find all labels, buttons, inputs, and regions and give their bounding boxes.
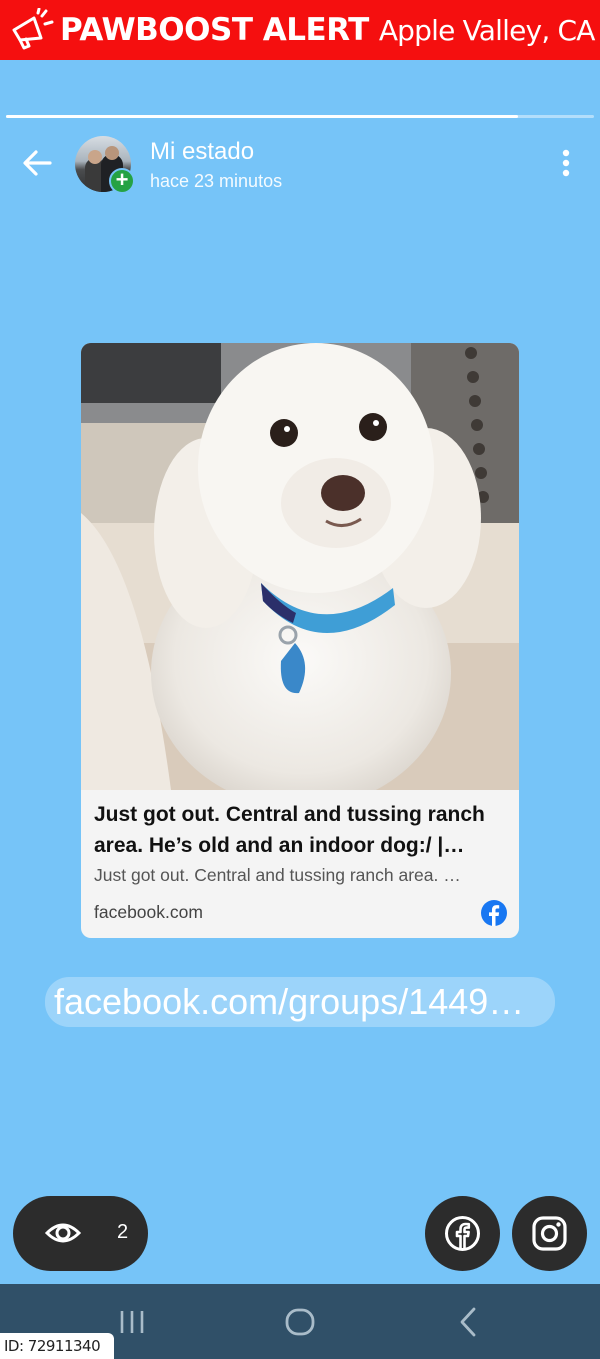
home-icon[interactable] — [282, 1304, 318, 1340]
back-chevron-icon[interactable] — [450, 1304, 486, 1340]
card-domain: facebook.com — [94, 902, 203, 922]
megaphone-icon — [12, 8, 54, 50]
eye-icon — [45, 1223, 81, 1243]
share-facebook-button[interactable] — [425, 1196, 500, 1271]
card-description: Just got out. Central and tussing ranch … — [94, 865, 461, 885]
story-progress-bar — [6, 115, 594, 118]
recents-icon[interactable] — [114, 1304, 150, 1340]
card-title: Just got out. Central and tussing ranch … — [94, 803, 485, 857]
views-count: 2 — [117, 1221, 129, 1243]
more-vertical-icon[interactable] — [552, 148, 580, 180]
dog-photo — [81, 343, 519, 790]
alert-banner: PAWBOOST ALERT Apple Valley, CA — [0, 0, 600, 60]
link-preview-card[interactable]: Just got out. Central and tussing ranch … — [81, 343, 519, 938]
share-instagram-button[interactable] — [512, 1196, 587, 1271]
plus-icon[interactable]: + — [109, 168, 135, 194]
back-arrow-icon[interactable] — [18, 144, 58, 184]
alert-title: PAWBOOST ALERT — [60, 12, 369, 48]
status-time: hace 23 minutos — [150, 171, 283, 191]
alert-location: Apple Valley, CA — [378, 13, 596, 47]
instagram-icon — [532, 1216, 567, 1251]
facebook-icon — [445, 1216, 480, 1251]
id-tag: ID: 72911340 — [0, 1333, 114, 1359]
facebook-icon — [481, 900, 507, 926]
status-title: Mi estado — [150, 138, 255, 165]
link-text[interactable]: facebook.com/groups/1449… — [45, 977, 555, 1027]
views-button[interactable]: 2 — [13, 1196, 148, 1271]
story-progress-fill — [6, 115, 518, 118]
